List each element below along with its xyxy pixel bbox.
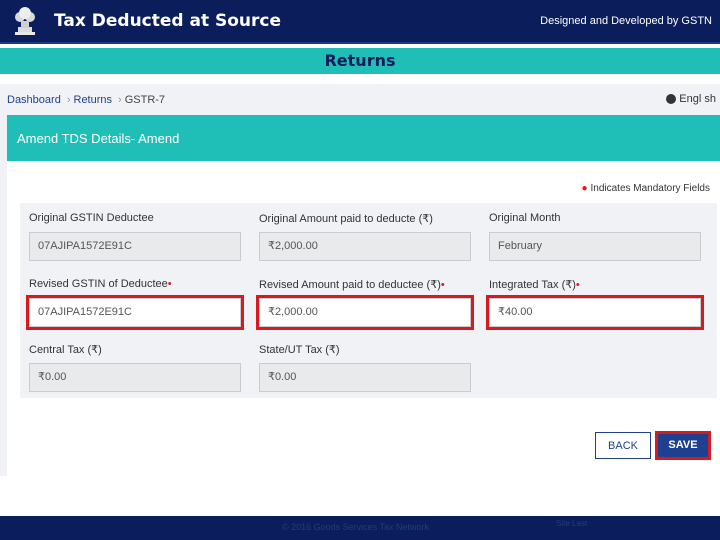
revised-gstin-field: Revised GSTIN of Deductee• 07AJIPA1572E9… — [26, 278, 244, 330]
breadcrumb-returns[interactable]: Returns — [74, 94, 113, 106]
revised-amount-label-text: Revised Amount paid to deductee (₹) — [259, 279, 441, 291]
back-button[interactable]: BACK — [595, 432, 651, 459]
breadcrumb-separator: › — [118, 94, 122, 106]
mandatory-note-text: Indicates Mandatory Fields — [590, 183, 710, 194]
section-bar: Returns — [0, 48, 720, 74]
app-title: Tax Deducted at Source — [54, 11, 282, 31]
original-amount-label: Original Amount paid to deducte (₹) — [259, 213, 433, 225]
state-tax-label: State/UT Tax (₹) — [259, 344, 340, 356]
language-label: Engl sh — [679, 93, 716, 105]
revised-amount-field: Revised Amount paid to deductee (₹)• ₹2,… — [256, 278, 474, 330]
original-gstin-label: Original GSTIN Deductee — [29, 212, 154, 224]
revised-amount-input[interactable]: ₹2,000.00 — [256, 295, 474, 330]
required-star-icon: ● — [581, 183, 588, 194]
footer: © 2016 Goods Services Tax Network Site L… — [0, 516, 720, 540]
state-tax-field: State/UT Tax (₹) ₹0.00 — [259, 343, 473, 392]
integrated-tax-label: Integrated Tax (₹)• — [489, 278, 703, 292]
card-body: ● Indicates Mandatory Fields Original GST… — [7, 161, 720, 476]
integrated-tax-field: Integrated Tax (₹)• ₹40.00 — [486, 278, 704, 330]
original-month-field: Original Month February — [489, 212, 703, 261]
central-tax-label: Central Tax (₹) — [29, 344, 102, 356]
breadcrumb: Dashboard › Returns › GSTR-7 — [7, 94, 168, 106]
original-gstin-field: Original GSTIN Deductee 07AJIPA1572E91C — [29, 212, 243, 261]
designed-by-text: Designed and Developed by GSTN — [540, 15, 712, 27]
form-grid: Original GSTIN Deductee 07AJIPA1572E91C … — [20, 203, 717, 398]
mandatory-note: ● Indicates Mandatory Fields — [581, 183, 710, 194]
integrated-tax-input[interactable]: ₹40.00 — [486, 295, 704, 330]
footer-site-text: Site Last — [556, 519, 588, 528]
original-amount-field: Original Amount paid to deducte (₹) ₹2,0… — [259, 212, 473, 261]
required-star-icon: • — [440, 279, 445, 291]
language-selector[interactable]: Engl sh — [666, 93, 716, 105]
save-button[interactable]: SAVE — [655, 431, 711, 460]
original-month-label: Original Month — [489, 212, 561, 224]
revised-gstin-input[interactable]: 07AJIPA1572E91C — [26, 295, 244, 330]
central-tax-field: Central Tax (₹) ₹0.00 — [29, 343, 243, 392]
section-title: Returns — [324, 51, 396, 70]
state-emblem-icon — [15, 7, 35, 35]
original-amount-input: ₹2,000.00 — [259, 232, 471, 261]
page: Tax Deducted at Source Designed and Deve… — [0, 0, 720, 540]
top-header: Tax Deducted at Source Designed and Deve… — [0, 0, 720, 44]
card-title: Amend TDS Details- Amend — [17, 131, 180, 146]
footer-copyright: © 2016 Goods Services Tax Network — [282, 522, 430, 532]
integrated-tax-label-text: Integrated Tax (₹) — [489, 279, 576, 291]
breadcrumb-gstr7: GSTR-7 — [124, 94, 166, 106]
globe-icon — [666, 94, 677, 104]
required-star-icon: • — [167, 278, 172, 290]
breadcrumb-separator: › — [66, 94, 71, 106]
revised-amount-label: Revised Amount paid to deductee (₹)• — [259, 278, 473, 292]
portal-area: Dashboard › Returns › GSTR-7 Engl sh Amend T… — [0, 84, 720, 476]
original-month-input: February — [489, 232, 701, 261]
central-tax-input: ₹0.00 — [29, 363, 241, 392]
original-gstin-input: 07AJIPA1572E91C — [29, 232, 241, 261]
state-tax-input: ₹0.00 — [259, 363, 471, 392]
required-star-icon: • — [575, 279, 580, 291]
breadcrumb-dashboard[interactable]: Dashboard — [7, 94, 61, 106]
revised-gstin-label: Revised GSTIN of Deductee• — [29, 278, 243, 292]
revised-gstin-label-text: Revised GSTIN of Deductee — [29, 278, 168, 290]
card-header: Amend TDS Details- Amend — [7, 115, 720, 161]
